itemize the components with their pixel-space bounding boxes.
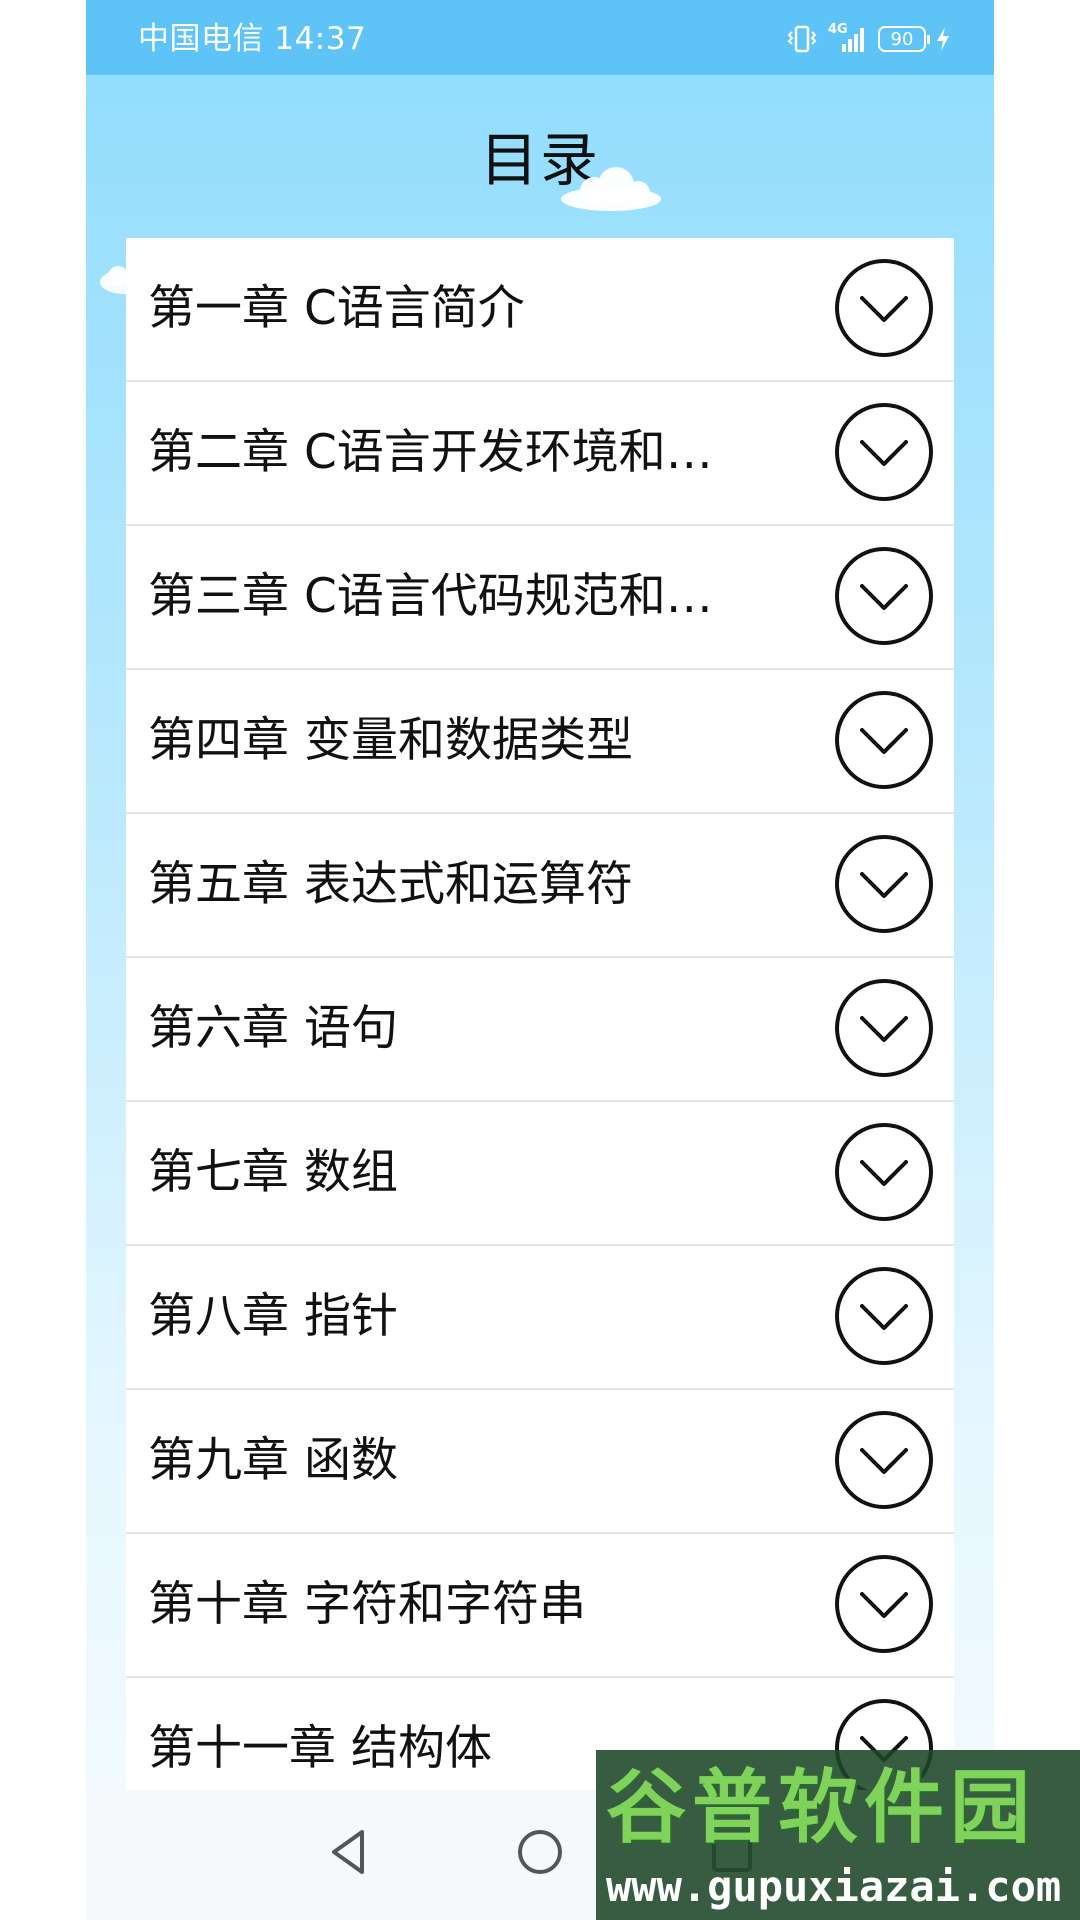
phone-screen: 中国电信 14:37 4G 90 目录 第一章 C语言简介 第二章 C语言开发环… [86, 0, 994, 1920]
toc-item-label: 第一章 C语言简介 [148, 281, 525, 336]
toc-item-chapter-5[interactable]: 第五章 表达式和运算符 [126, 814, 954, 958]
toc-item-chapter-10[interactable]: 第十章 字符和字符串 [126, 1534, 954, 1678]
status-bar: 中国电信 14:37 4G 90 [86, 0, 994, 75]
network-indicator: 4G [828, 22, 868, 54]
battery-level: 90 [890, 28, 914, 50]
chevron-down-circle-icon[interactable] [834, 690, 934, 790]
toc-item-label: 第七章 数组 [148, 1145, 398, 1200]
chevron-down-circle-icon[interactable] [834, 834, 934, 934]
chevron-down-circle-icon[interactable] [834, 1122, 934, 1222]
charging-icon [937, 27, 949, 51]
page-title: 目录 [479, 126, 600, 194]
signal-icon [842, 28, 864, 52]
toc-item-label: 第八章 指针 [148, 1289, 398, 1344]
battery-icon: 90 [878, 26, 930, 52]
title-area: 目录 [86, 75, 994, 294]
status-icons: 4G 90 [786, 22, 950, 56]
toc-item-chapter-8[interactable]: 第八章 指针 [126, 1246, 954, 1390]
watermark-overlay: 谷普软件园 www.gupuxiazai.com [596, 1750, 1080, 1920]
chevron-down-circle-icon[interactable] [834, 546, 934, 646]
chevron-down-circle-icon[interactable] [834, 1410, 934, 1510]
toc-item-label: 第十章 字符和字符串 [148, 1577, 586, 1632]
watermark-url: www.gupuxiazai.com [606, 1862, 1062, 1911]
chevron-down-circle-icon[interactable] [834, 978, 934, 1078]
toc-item-chapter-2[interactable]: 第二章 C语言开发环境和… [126, 382, 954, 526]
vibrate-icon [787, 25, 817, 53]
toc-item-chapter-9[interactable]: 第九章 函数 [126, 1390, 954, 1534]
chevron-down-circle-icon[interactable] [834, 1266, 934, 1366]
home-circle-icon[interactable] [510, 1822, 570, 1882]
carrier-time: 中国电信 14:37 [138, 21, 367, 57]
toc-item-label: 第六章 语句 [148, 1001, 398, 1056]
toc-list[interactable]: 第一章 C语言简介 第二章 C语言开发环境和… 第三章 C语言代码规范和… 第四… [126, 238, 954, 1790]
toc-item-label: 第三章 C语言代码规范和… [148, 569, 713, 624]
toc-item-chapter-3[interactable]: 第三章 C语言代码规范和… [126, 526, 954, 670]
toc-item-chapter-1[interactable]: 第一章 C语言简介 [126, 238, 954, 382]
cloud-decoration-icon [561, 167, 661, 211]
toc-item-chapter-7[interactable]: 第七章 数组 [126, 1102, 954, 1246]
toc-item-chapter-4[interactable]: 第四章 变量和数据类型 [126, 670, 954, 814]
chevron-down-circle-icon[interactable] [834, 1554, 934, 1654]
watermark-logo: 谷普软件园 [606, 1761, 1036, 1854]
chevron-down-circle-icon[interactable] [834, 402, 934, 502]
toc-item-label: 第九章 函数 [148, 1433, 398, 1488]
chevron-down-circle-icon[interactable] [834, 258, 934, 358]
toc-item-label: 第二章 C语言开发环境和… [148, 425, 713, 480]
toc-item-label: 第五章 表达式和运算符 [148, 857, 633, 912]
toc-item-label: 第四章 变量和数据类型 [148, 713, 633, 768]
back-triangle-icon[interactable] [318, 1822, 378, 1882]
toc-item-chapter-6[interactable]: 第六章 语句 [126, 958, 954, 1102]
